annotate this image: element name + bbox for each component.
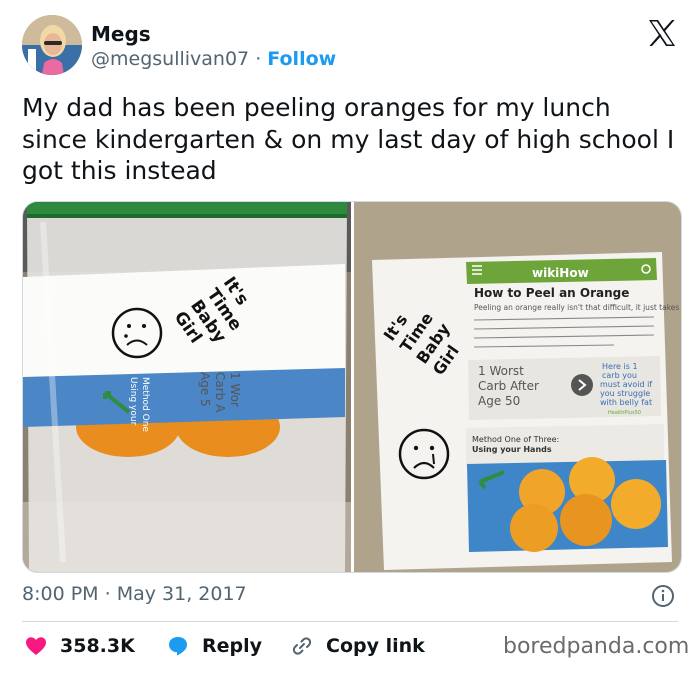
like-count: 358.3K: [60, 635, 135, 657]
reply-label: Reply: [202, 635, 263, 657]
tweet-card: Megs @megsullivan07 · Follow My dad has …: [0, 0, 700, 673]
reply-bubble-icon: [169, 637, 187, 656]
ad-link2: carb you: [602, 371, 637, 380]
photo-bag-with-oranges[interactable]: Method One Using your 1 Wor Carb A Age 5…: [23, 202, 351, 572]
copy-link-button[interactable]: Copy link: [290, 633, 425, 659]
ad-source: HealthPlus50: [608, 410, 641, 416]
ad-link4: you struggle: [600, 389, 650, 398]
ad-line3: Age 50: [478, 394, 520, 408]
ad-line2: Carb After: [478, 379, 539, 393]
divider: [22, 621, 678, 622]
avatar[interactable]: [22, 15, 82, 75]
method-subtitle: Using your Hands: [472, 445, 552, 454]
heart-icon: [26, 637, 46, 655]
copy-link-label: Copy link: [326, 635, 425, 657]
tweet-text: My dad has been peeling oranges for my l…: [22, 93, 675, 185]
ad-link5: with belly fat: [600, 398, 652, 407]
link-icon: [292, 637, 312, 655]
strip-text-b: Using your: [128, 377, 138, 426]
photo-wikihow-printout[interactable]: wikiHow How to Peel an Orange Peeling an…: [354, 202, 681, 572]
timestamp[interactable]: 8:00 PM · May 31, 2017: [22, 583, 247, 605]
x-logo-icon[interactable]: [646, 17, 678, 49]
wikihow-title: How to Peel an Orange: [474, 286, 629, 300]
follow-button[interactable]: Follow: [267, 48, 336, 70]
strip-text-e: Age 5: [198, 372, 212, 407]
separator-dot: ·: [255, 48, 262, 70]
ad-link3: must avoid if: [600, 380, 652, 389]
user-handle[interactable]: @megsullivan07: [91, 48, 249, 70]
tweet-time: 8:00 PM: [22, 583, 99, 605]
ad-link1: Here is 1: [602, 362, 638, 371]
handle-row: @megsullivan07 · Follow: [91, 48, 336, 70]
media-grid: Method One Using your 1 Wor Carb A Age 5…: [22, 201, 682, 573]
strip-text-c: 1 Wor: [228, 372, 242, 407]
display-name[interactable]: Megs: [91, 22, 151, 46]
wikihow-body: Peeling an orange really isn't that diff…: [474, 303, 681, 312]
strip-text-a: Method One: [140, 377, 150, 432]
reply-button[interactable]: Reply: [166, 633, 262, 659]
wikihow-brand: wikiHow: [532, 266, 589, 280]
ad-line1: 1 Worst: [478, 364, 524, 378]
method-title: Method One of Three:: [472, 435, 559, 444]
strip-text-d: Carb A: [213, 372, 227, 413]
tweet-date: May 31, 2017: [116, 583, 247, 605]
like-button[interactable]: 358.3K: [24, 633, 135, 659]
watermark: boredpanda.com: [503, 634, 690, 659]
info-icon[interactable]: [651, 584, 675, 608]
timestamp-separator: ·: [104, 583, 111, 605]
